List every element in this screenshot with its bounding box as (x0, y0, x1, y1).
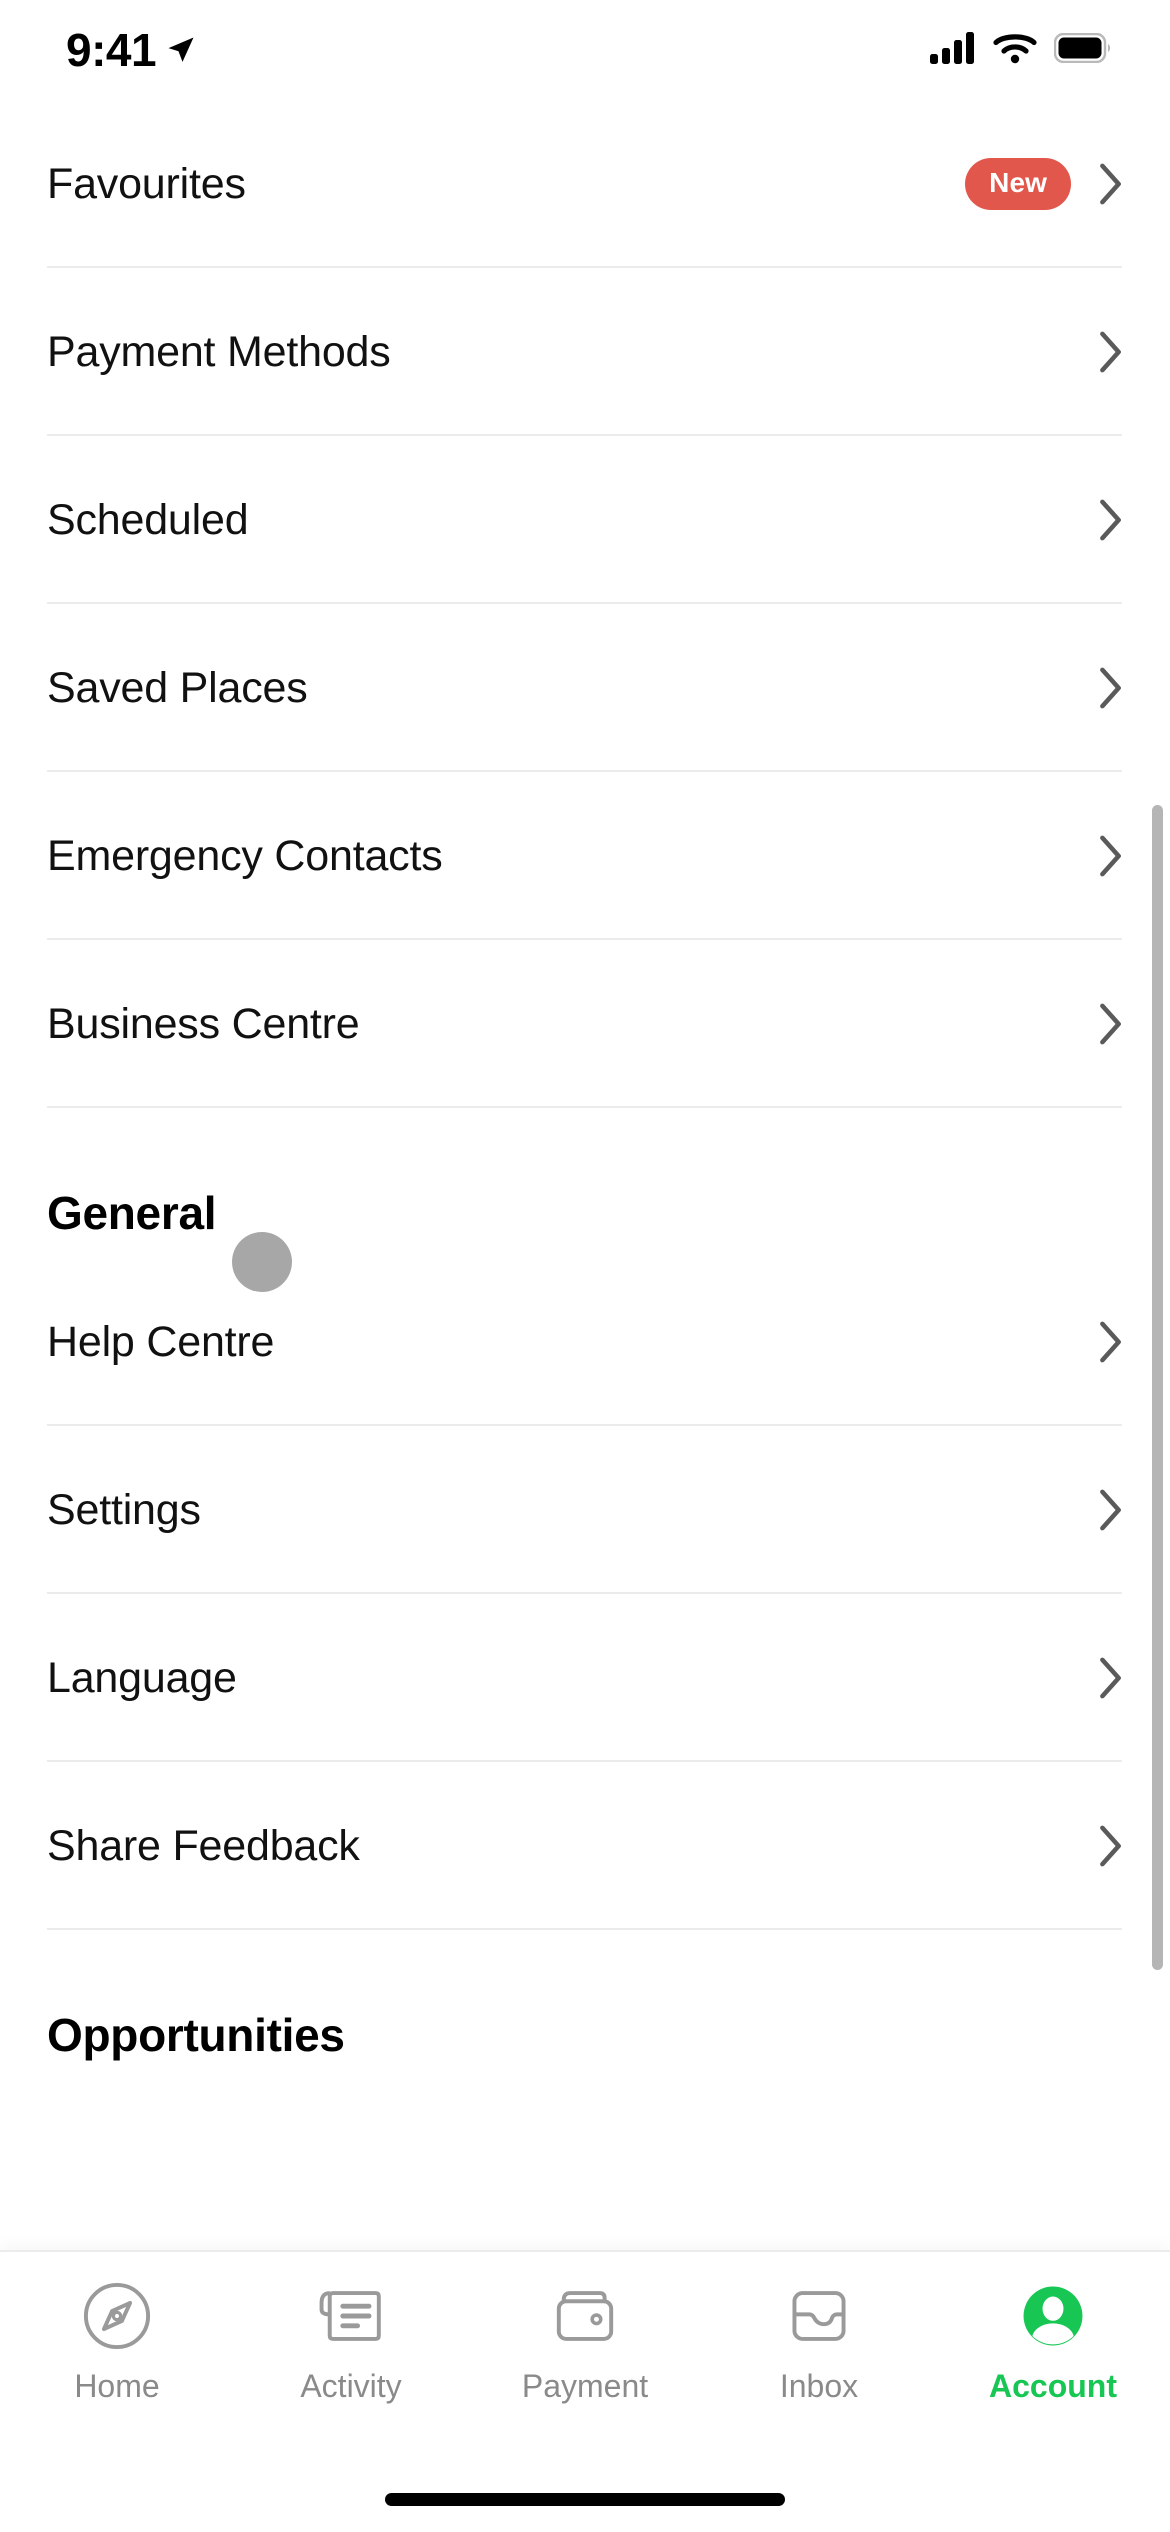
list-item-label: Scheduled (47, 495, 249, 544)
list-item-saved-places[interactable]: Saved Places (0, 604, 1170, 772)
chevron-right-icon (1099, 1003, 1123, 1045)
list-item-accessory (1099, 1825, 1123, 1867)
tab-home[interactable]: Home (0, 2280, 234, 2460)
chevron-right-icon (1099, 667, 1123, 709)
chevron-right-icon (1099, 499, 1123, 541)
chevron-right-icon (1099, 1321, 1123, 1363)
compass-icon (81, 2280, 153, 2352)
tab-payment[interactable]: Payment (468, 2280, 702, 2460)
status-bar-right (930, 31, 1112, 69)
section-title: Opportunities (47, 2009, 345, 2061)
tab-label: Payment (521, 2368, 649, 2404)
chevron-right-icon (1099, 331, 1123, 373)
status-bar-clock: 9:41 (66, 24, 157, 76)
status-bar-left: 9:41 (66, 27, 196, 73)
app-screen: 9:41 Favourites New Payment Methods Sche… (0, 0, 1170, 2532)
list-item-accessory (1099, 499, 1123, 541)
list-item-label: Payment Methods (47, 327, 391, 376)
section-header-general: General (0, 1108, 1170, 1258)
list-item-payment-methods[interactable]: Payment Methods (0, 268, 1170, 436)
person-circle-icon (1017, 2280, 1089, 2352)
battery-full-icon (1053, 32, 1112, 68)
list-item-label: Business Centre (47, 999, 360, 1048)
tab-label: Account (989, 2368, 1117, 2404)
list-item-accessory (1099, 1003, 1123, 1045)
wifi-icon (993, 32, 1037, 69)
tab-account[interactable]: Account (936, 2280, 1170, 2460)
location-arrow-icon (166, 35, 196, 65)
list-item-accessory (1099, 331, 1123, 373)
list-item-business-centre[interactable]: Business Centre (0, 940, 1170, 1108)
account-settings-list[interactable]: Favourites New Payment Methods Scheduled… (0, 100, 1170, 2260)
list-item-accessory (1099, 1657, 1123, 1699)
tab-activity[interactable]: Activity (234, 2280, 468, 2460)
chevron-right-icon (1099, 835, 1123, 877)
list-item-label: Favourites (47, 159, 246, 208)
list-item-label: Share Feedback (47, 1821, 360, 1870)
tab-label: Home (74, 2368, 160, 2404)
chevron-right-icon (1099, 1825, 1123, 1867)
list-item-label: Help Centre (47, 1317, 275, 1366)
list-item-accessory (1099, 835, 1123, 877)
section-header-opportunities: Opportunities (0, 1930, 1170, 2080)
list-item-language[interactable]: Language (0, 1594, 1170, 1762)
list-item-label: Language (47, 1653, 237, 1702)
list-item-emergency-contacts[interactable]: Emergency Contacts (0, 772, 1170, 940)
tab-label: Activity (300, 2368, 402, 2404)
list-item-accessory (1099, 1321, 1123, 1363)
home-indicator (385, 2493, 785, 2506)
list-item-label: Settings (47, 1485, 201, 1534)
wallet-icon (549, 2280, 621, 2352)
chevron-right-icon (1099, 1489, 1123, 1531)
list-item-scheduled[interactable]: Scheduled (0, 436, 1170, 604)
cellular-signal-icon (930, 31, 976, 69)
list-item-label: Saved Places (47, 663, 308, 712)
receipt-icon (315, 2280, 387, 2352)
section-title: General (47, 1187, 217, 1239)
tab-inbox[interactable]: Inbox (702, 2280, 936, 2460)
list-item-accessory: New (965, 158, 1123, 210)
list-item-favourites[interactable]: Favourites New (0, 100, 1170, 268)
list-item-help-centre[interactable]: Help Centre (0, 1258, 1170, 1426)
list-item-accessory (1099, 667, 1123, 709)
bottom-tab-bar: Home Activity Payment Inbox Account (0, 2250, 1170, 2532)
list-item-share-feedback[interactable]: Share Feedback (0, 1762, 1170, 1930)
vertical-scrollbar[interactable] (1152, 805, 1163, 1970)
chevron-right-icon (1099, 1657, 1123, 1699)
status-bar: 9:41 (0, 0, 1170, 100)
list-item-settings[interactable]: Settings (0, 1426, 1170, 1594)
list-item-accessory (1099, 1489, 1123, 1531)
status-badge-new: New (965, 158, 1071, 210)
cursor-indicator (232, 1232, 292, 1292)
list-item-label: Emergency Contacts (47, 831, 443, 880)
chevron-right-icon (1099, 163, 1123, 205)
inbox-tray-icon (783, 2280, 855, 2352)
tab-label: Inbox (779, 2368, 859, 2404)
